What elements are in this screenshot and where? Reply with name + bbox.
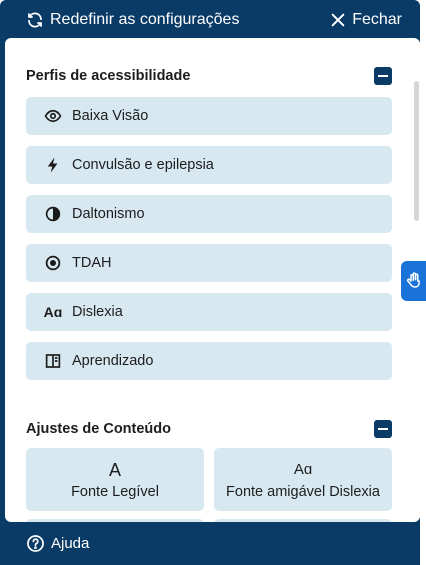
profiles-section-header: Perfis de acessibilidade [26,66,392,86]
section-title: Perfis de acessibilidade [26,68,191,84]
panel-footer: Ajuda [0,522,420,565]
font-aa-icon: Aɑ [293,460,313,478]
collapse-profiles-button[interactable] [374,67,392,85]
profile-dislexia[interactable]: Aɑ Dislexia [26,293,392,331]
settings-content: Perfis de acessibilidade Baixa Visão Con… [5,38,420,522]
reset-settings-label: Redefinir as configurações [50,11,240,28]
profile-tdah[interactable]: TDAH [26,244,392,282]
font-a-icon: A [108,459,121,480]
panel-header: Redefinir as configurações Fechar [0,0,420,40]
close-label: Fechar [352,11,402,28]
profile-label: Baixa Visão [72,108,149,124]
collapse-content-button[interactable] [374,420,392,438]
target-icon [44,254,62,272]
accessibility-panel: Redefinir as configurações Fechar Perfis… [0,0,420,565]
profile-label: Aprendizado [72,353,154,369]
profile-label: Dislexia [72,304,123,320]
dyslexia-font-tile[interactable]: Aɑ Fonte amigável Dislexia [214,448,392,511]
help-button[interactable]: Ajuda [26,534,89,553]
minus-icon [378,75,388,77]
content-section-header: Ajustes de Conteúdo [26,419,392,439]
font-aa-icon: Aɑ [43,304,63,320]
refresh-icon [28,12,42,28]
accessibility-toggle-button[interactable] [401,261,426,301]
profile-daltonismo[interactable]: Daltonismo [26,195,392,233]
tile-label: Fonte amigável Dislexia [226,483,380,500]
profile-label: TDAH [72,255,112,271]
profile-aprendizado[interactable]: Aprendizado [26,342,392,380]
profile-baixa-visao[interactable]: Baixa Visão [26,97,392,135]
half-circle-icon [44,205,62,223]
tile-label: Fonte Legível [71,483,159,500]
profile-label: Daltonismo [72,206,145,222]
minus-icon [378,428,388,430]
reset-settings-button[interactable]: Redefinir as configurações [26,11,239,29]
eye-icon [44,107,62,125]
help-label: Ajuda [51,535,90,552]
book-icon [44,352,62,370]
readable-font-tile[interactable]: A Fonte Legível [26,448,204,511]
help-circle-icon [27,535,44,552]
section-title: Ajustes de Conteúdo [26,421,172,437]
scrollbar-thumb[interactable] [414,81,419,221]
profile-label: Convulsão e epilepsia [72,157,214,173]
lightning-icon [44,156,62,174]
profile-convulsao-epilepsia[interactable]: Convulsão e epilepsia [26,146,392,184]
hand-wave-icon [406,272,420,288]
close-button[interactable]: Fechar [330,11,402,29]
close-icon [331,13,345,27]
